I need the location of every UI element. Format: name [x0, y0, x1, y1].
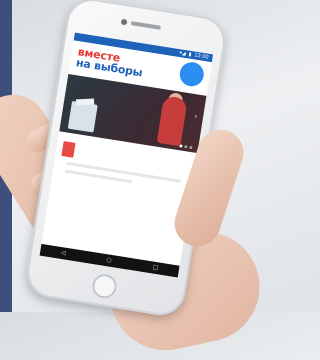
carousel-dots — [179, 144, 193, 150]
primary-cta-button[interactable] — [61, 141, 76, 158]
banner-text — [104, 104, 161, 113]
android-nav-bar: ◁ ○ □ — [39, 243, 180, 278]
speaker-grille — [130, 21, 161, 30]
ballot-box-illustration — [67, 100, 98, 133]
chevron-right-icon[interactable]: › — [194, 112, 198, 120]
back-icon[interactable]: ◁ — [60, 247, 66, 260]
front-camera — [120, 18, 128, 26]
secondary-link[interactable] — [60, 180, 190, 201]
person-body-illustration — [156, 95, 188, 147]
carousel-dot[interactable] — [189, 145, 193, 150]
carousel-dot[interactable] — [184, 145, 188, 149]
recent-apps-icon[interactable]: □ — [152, 262, 159, 275]
info-badge[interactable] — [178, 60, 206, 88]
ballot-paper-illustration — [75, 98, 95, 106]
home-button[interactable] — [90, 272, 119, 300]
carousel-dot[interactable] — [179, 144, 183, 148]
home-icon[interactable]: ○ — [106, 254, 113, 267]
